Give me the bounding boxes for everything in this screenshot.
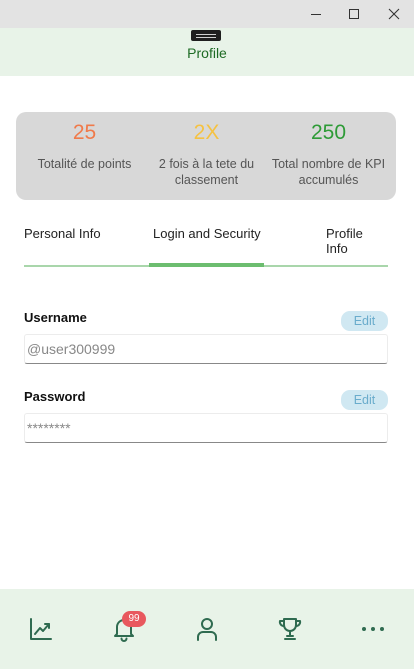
more-icon <box>362 627 384 631</box>
drag-handle-icon[interactable] <box>191 30 221 41</box>
nav-more[interactable] <box>353 611 393 647</box>
close-icon[interactable] <box>374 0 414 28</box>
bottom-navigation: 99 <box>0 589 414 669</box>
username-label: Username <box>24 310 87 325</box>
notification-badge: 99 <box>122 611 146 627</box>
stat-value: 2X <box>193 121 220 144</box>
edit-username-button[interactable]: Edit <box>341 311 388 331</box>
profile-header: Profile <box>0 28 414 76</box>
nav-stats[interactable] <box>21 611 61 647</box>
trophy-icon <box>278 618 302 640</box>
stat-total-kpi: 250 Total nombre de KPI accumulés <box>265 112 392 188</box>
tab-personal-info[interactable]: Personal Info <box>24 226 101 241</box>
minimize-icon[interactable] <box>296 0 336 28</box>
stats-card: 25 Totalité de points 2X 2 fois à la tet… <box>16 112 396 200</box>
maximize-icon[interactable] <box>334 0 374 28</box>
username-field[interactable] <box>24 334 388 364</box>
tab-profile-info[interactable]: Profile Info <box>326 226 388 256</box>
stat-total-points: 25 Totalité de points <box>21 112 148 172</box>
stat-label: Total nombre de KPI accumulés <box>271 157 386 187</box>
window-titlebar <box>0 0 414 28</box>
stat-label: Totalité de points <box>37 157 132 171</box>
profile-tabs: Personal Info Login and Security Profile… <box>24 226 388 268</box>
stat-label: 2 fois à la tete du classement <box>158 157 255 187</box>
password-field[interactable] <box>24 413 388 443</box>
page-title: Profile <box>187 45 227 61</box>
stat-value: 25 <box>72 121 97 144</box>
tab-login-security[interactable]: Login and Security <box>153 226 261 241</box>
person-icon <box>197 618 217 641</box>
nav-profile[interactable] <box>187 611 227 647</box>
chart-trend-icon <box>30 618 52 640</box>
nav-leaderboard[interactable] <box>270 611 310 647</box>
edit-password-button[interactable]: Edit <box>341 390 388 410</box>
password-label: Password <box>24 389 86 404</box>
stat-value: 250 <box>310 121 347 144</box>
stat-top-ranking: 2X 2 fois à la tete du classement <box>143 112 270 188</box>
active-tab-indicator <box>149 263 264 267</box>
